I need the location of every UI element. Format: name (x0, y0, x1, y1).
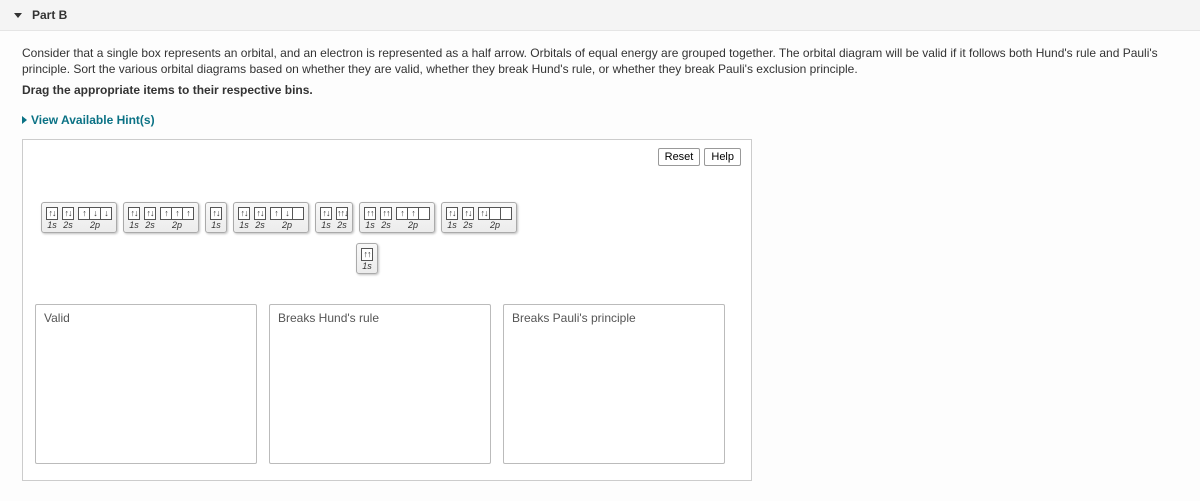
orbital-box: ↑↓ (320, 207, 332, 220)
orbital-label: 2s (63, 221, 73, 230)
tiles-pool-row2: ↑↑1s (35, 243, 739, 274)
orbital-label: 1s (362, 262, 372, 271)
orbital-label: 2p (172, 221, 182, 230)
orbital-group: ↑↓2s (144, 207, 156, 230)
orbital-box: ↑↑↓ (336, 207, 348, 220)
orbital-label: 1s (47, 221, 57, 230)
orbital-box: ↓ (100, 207, 112, 220)
view-hints-toggle[interactable]: View Available Hint(s) (22, 113, 155, 127)
bin-title: Valid (44, 311, 248, 325)
orbital-group: ↑↓1s (238, 207, 250, 230)
orbital-label: 2p (490, 221, 500, 230)
tiles-pool: ↑↓1s↑↓2s↑↓↓2p↑↓1s↑↓2s↑↑↑2p↑↓1s↑↓1s↑↓2s↑↓… (35, 202, 739, 233)
orbital-box: ↑↑ (361, 248, 373, 261)
orbital-box: ↑↓ (62, 207, 74, 220)
orbital-box: ↑↓ (254, 207, 266, 220)
orbital-label: 1s (447, 221, 457, 230)
orbital-box: ↑↓ (446, 207, 458, 220)
orbital-box: ↑↓ (210, 207, 222, 220)
drag-instruction: Drag the appropriate items to their resp… (22, 83, 1178, 97)
orbital-label: 2p (408, 221, 418, 230)
prompt-text: Consider that a single box represents an… (22, 45, 1178, 77)
orbital-group: ↑↑↓2s (336, 207, 348, 230)
orbital-box: ↑↓ (128, 207, 140, 220)
orbital-label: 1s (365, 221, 375, 230)
orbital-group: ↑↑1s (364, 207, 376, 230)
orbital-label: 2p (282, 221, 292, 230)
orbital-tile[interactable]: ↑↑1s (356, 243, 378, 274)
reset-button[interactable]: Reset (658, 148, 701, 166)
hints-label: View Available Hint(s) (31, 113, 155, 127)
orbital-tile[interactable]: ↑↑1s↑↑2s↑↑2p (359, 202, 435, 233)
part-header[interactable]: Part B (0, 0, 1200, 31)
orbital-box: ↑↑ (364, 207, 376, 220)
help-button[interactable]: Help (704, 148, 741, 166)
orbital-label: 2s (463, 221, 473, 230)
bin-pauli[interactable]: Breaks Pauli's principle (503, 304, 725, 464)
orbital-box: ↑↓ (238, 207, 250, 220)
orbital-label: 1s (321, 221, 331, 230)
caret-right-icon (22, 116, 27, 124)
orbital-group: ↑↑1s (361, 248, 373, 271)
orbital-group: ↑↓2s (254, 207, 266, 230)
orbital-tile[interactable]: ↑↓1s (205, 202, 227, 233)
orbital-group: ↑↓2p (270, 207, 304, 230)
orbital-label: 1s (129, 221, 139, 230)
orbital-label: 2s (255, 221, 265, 230)
part-title: Part B (32, 8, 67, 22)
orbital-tile[interactable]: ↑↓1s ↑↑↓2s (315, 202, 353, 233)
orbital-box (500, 207, 512, 220)
bin-title: Breaks Pauli's principle (512, 311, 716, 325)
orbital-label: 1s (239, 221, 249, 230)
orbital-group: ↑↑2p (396, 207, 430, 230)
orbital-group: ↑↓↓2p (78, 207, 112, 230)
caret-down-icon (14, 13, 22, 18)
orbital-box (418, 207, 430, 220)
bins-row: Valid Breaks Hund's rule Breaks Pauli's … (35, 304, 739, 464)
sorting-arena: Reset Help ↑↓1s↑↓2s↑↓↓2p↑↓1s↑↓2s↑↑↑2p↑↓1… (22, 139, 752, 481)
orbital-box (292, 207, 304, 220)
orbital-box: ↑↓ (462, 207, 474, 220)
orbital-label: 2s (145, 221, 155, 230)
orbital-group: ↑↑↑2p (160, 207, 194, 230)
orbital-box: ↑↓ (46, 207, 58, 220)
orbital-box: ↑↑ (380, 207, 392, 220)
bin-valid[interactable]: Valid (35, 304, 257, 464)
orbital-group: ↑↓1s (46, 207, 58, 230)
orbital-group: ↑↓1s (128, 207, 140, 230)
bin-title: Breaks Hund's rule (278, 311, 482, 325)
orbital-tile[interactable]: ↑↓1s↑↓2s↑↓2p (441, 202, 517, 233)
orbital-label: 2s (337, 221, 347, 230)
orbital-tile[interactable]: ↑↓1s↑↓2s↑↓↓2p (41, 202, 117, 233)
orbital-box: ↑↓ (144, 207, 156, 220)
orbital-group: ↑↓2s (62, 207, 74, 230)
content-area: Consider that a single box represents an… (0, 31, 1200, 501)
orbital-group: ↑↓1s (210, 207, 222, 230)
arena-buttons: Reset Help (658, 148, 741, 166)
bin-hund[interactable]: Breaks Hund's rule (269, 304, 491, 464)
orbital-tile[interactable]: ↑↓1s↑↓2s↑↑↑2p (123, 202, 199, 233)
orbital-group: ↑↓2s (462, 207, 474, 230)
orbital-label: 2s (381, 221, 391, 230)
orbital-group: ↑↑2s (380, 207, 392, 230)
orbital-tile[interactable]: ↑↓1s↑↓2s↑↓2p (233, 202, 309, 233)
orbital-label: 2p (90, 221, 100, 230)
orbital-group: ↑↓1s (446, 207, 458, 230)
orbital-group: ↑↓2p (478, 207, 512, 230)
orbital-label: 1s (211, 221, 221, 230)
orbital-box: ↑ (182, 207, 194, 220)
orbital-group: ↑↓1s (320, 207, 332, 230)
